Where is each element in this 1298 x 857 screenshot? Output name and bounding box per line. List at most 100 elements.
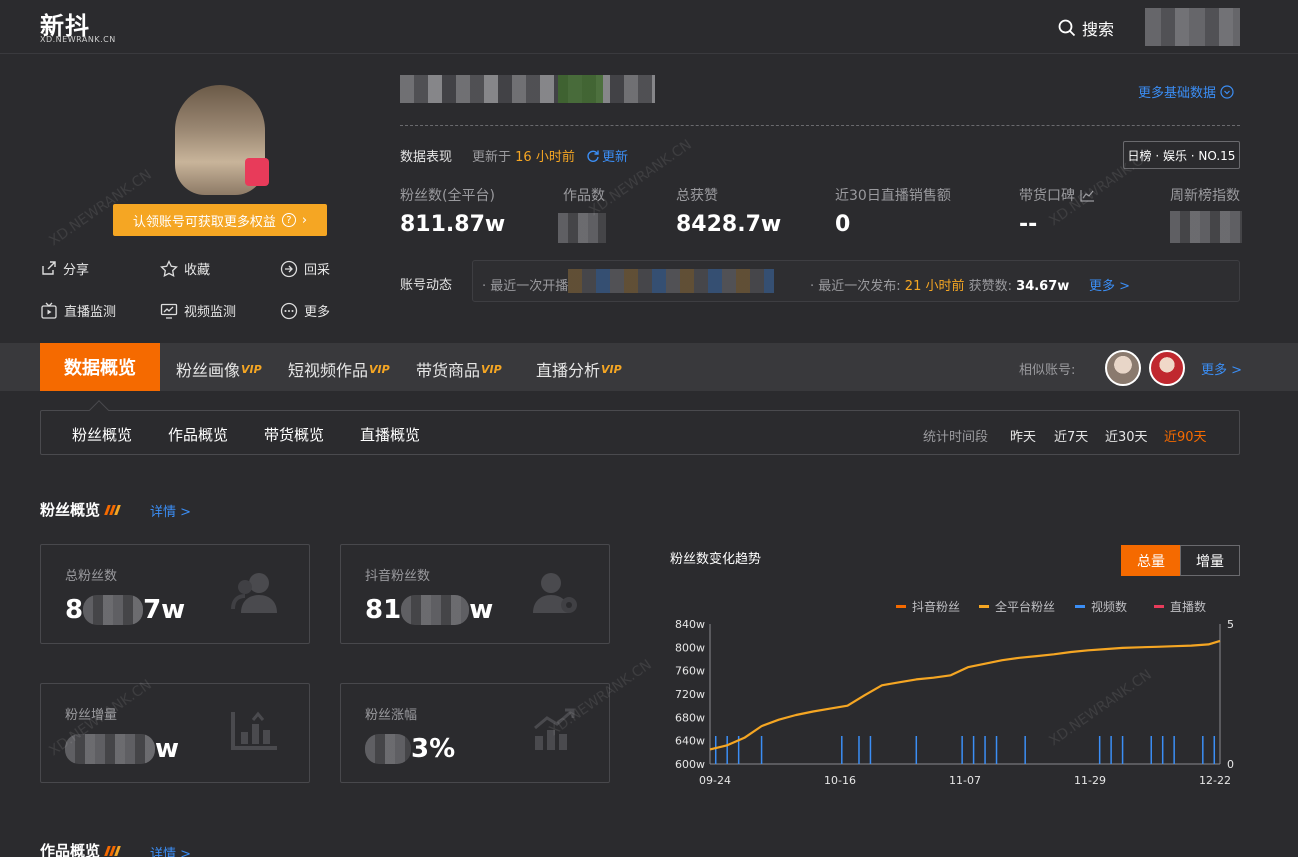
video-monitor-icon [160, 303, 178, 319]
card-label: 粉丝涨幅 [365, 708, 418, 723]
more-icon [280, 302, 298, 319]
card-value: 8 7w [65, 595, 185, 625]
refresh-label: 更新 [602, 150, 629, 165]
period-label: 统计时间段 [923, 430, 989, 445]
legend-swatch [979, 605, 989, 608]
vip-badge: VIP [601, 362, 622, 376]
tab-label: 直播分析 [536, 361, 601, 380]
period-30-days[interactable]: 近30天 [1105, 426, 1148, 445]
similar-account-avatar[interactable] [1149, 350, 1185, 386]
last-live-text: · 最近一次开播 [482, 279, 569, 294]
period-yesterday[interactable]: 昨天 [1010, 426, 1036, 445]
y-tick-label: 760w [675, 665, 705, 678]
x-tick-label: 09-24 [699, 774, 731, 787]
more-actions-button[interactable]: 更多 [280, 301, 330, 320]
y-tick-label: 680w [675, 711, 705, 724]
subtab-works-overview[interactable]: 作品概览 [168, 424, 228, 445]
vip-badge: VIP [241, 362, 262, 376]
y2-tick-label: 5 [1227, 618, 1234, 631]
chevron-right-icon: › [301, 212, 308, 228]
stat-value-likes: 8428.7w [676, 212, 782, 237]
stat-label-fans: 粉丝数(全平台) [400, 188, 495, 204]
card-value-suffix: w [155, 734, 180, 764]
y-tick-label: 840w [675, 618, 705, 631]
user-menu[interactable] [1145, 8, 1240, 46]
tab-live-analysis[interactable]: 直播分析 VIP [536, 357, 622, 381]
publish-prefix: · 最近一次发布: [810, 279, 901, 294]
subtab-fans-overview[interactable]: 粉丝概览 [72, 424, 132, 445]
favorite-label: 收藏 [184, 263, 211, 278]
divider [400, 125, 1240, 126]
subtab-live-overview[interactable]: 直播概览 [360, 424, 420, 445]
chart-title: 粉丝数变化趋势 [670, 552, 762, 567]
tab-fans-profile[interactable]: 粉丝画像 VIP [176, 357, 262, 381]
tab-products[interactable]: 带货商品 VIP [416, 357, 502, 381]
tab-short-video[interactable]: 短视频作品 VIP [288, 357, 390, 381]
x-tick-label: 10-16 [824, 774, 856, 787]
card-value-prefix: 81 [365, 595, 402, 625]
subtab-sales-overview[interactable]: 带货概览 [264, 424, 324, 445]
similar-more-link[interactable]: 更多 > [1201, 359, 1242, 378]
card-label: 总粉丝数 [65, 569, 118, 584]
tab-data-overview[interactable]: 数据概览 [40, 343, 160, 391]
fans-trend-chart: 600w 640w 680w 720w 760w 800w 840w 5 0 09-24 10-16… [675, 618, 1234, 787]
card-value-blur [365, 734, 411, 764]
legend-swatch [1075, 605, 1085, 608]
dynamics-more-link[interactable]: 更多 > [1089, 275, 1130, 294]
card-total-fans: 总粉丝数 8 7w [40, 544, 310, 644]
recollect-icon [280, 260, 298, 277]
x-tick-label: 11-07 [949, 774, 981, 787]
legend-swatch [896, 605, 906, 608]
refresh-button[interactable]: 更新 [586, 146, 628, 165]
likes-value: 34.67w [1016, 279, 1070, 294]
card-value-suffix: 7w [143, 595, 186, 625]
card-douyin-fans: 抖音粉丝数 81 w [340, 544, 610, 644]
similar-account-avatar[interactable] [1105, 350, 1141, 386]
top-bar: 新抖 XD.NEWRANK.CN 搜索 [0, 0, 1298, 54]
search-button[interactable]: 搜索 [1058, 16, 1114, 40]
x-tick-label: 11-29 [1074, 774, 1106, 787]
card-fans-growth-rate: 粉丝涨幅 3% [340, 683, 610, 783]
chevron-down-circle-icon [1220, 84, 1234, 99]
favorite-button[interactable]: 收藏 [160, 259, 210, 278]
refresh-icon [587, 150, 599, 162]
more-basic-data-link[interactable]: 更多基础数据 [1138, 82, 1234, 101]
last-live-info [568, 269, 774, 293]
publish-time: 21 小时前 [904, 279, 965, 294]
card-value-suffix: w [469, 595, 494, 625]
period-90-days[interactable]: 近90天 [1164, 426, 1207, 445]
account-tag [558, 75, 603, 103]
stat-label-live-sales: 近30日直播销售额 [835, 188, 951, 204]
works-overview-title-text: 作品概览 [40, 842, 101, 857]
recollect-button[interactable]: 回采 [280, 259, 330, 278]
toggle-total[interactable]: 总量 [1121, 545, 1181, 576]
share-button[interactable]: 分享 [40, 259, 89, 278]
fans-detail-link[interactable]: 详情 > [150, 501, 191, 520]
y-tick-label: 600w [675, 758, 705, 771]
video-monitor-button[interactable]: 视频监测 [160, 301, 236, 320]
stat-label-weekly-index: 周新榜指数 [1170, 188, 1240, 204]
update-time-value: 16 小时前 [515, 150, 575, 165]
x-tick-label: 12-22 [1199, 774, 1231, 787]
video-monitor-label: 视频监测 [184, 305, 237, 320]
fans-overview-title: 粉丝概览 [40, 499, 121, 520]
card-value-suffix: 3% [411, 734, 456, 764]
y-tick-label: 800w [675, 641, 705, 654]
card-value-blur [401, 595, 470, 625]
card-value-prefix: 8 [65, 595, 84, 625]
works-detail-link[interactable]: 详情 > [150, 843, 191, 857]
y-tick-label: 720w [675, 688, 705, 701]
live-monitor-button[interactable]: 直播监测 [40, 301, 116, 320]
users-icon [231, 573, 277, 613]
tab-label: 短视频作品 [288, 361, 369, 380]
period-7-days[interactable]: 近7天 [1054, 426, 1088, 445]
verified-badge [245, 158, 269, 186]
claim-account-button[interactable]: 认领账号可获取更多权益 ? › [113, 204, 327, 236]
tab-label: 带货商品 [416, 361, 481, 380]
share-label: 分享 [63, 263, 90, 278]
stat-label-likes: 总获赞 [676, 188, 718, 204]
performance-title: 数据表现 [400, 150, 453, 165]
search-label: 搜索 [1082, 20, 1115, 39]
toggle-increment[interactable]: 增量 [1180, 545, 1240, 576]
card-value-blur [83, 595, 144, 625]
